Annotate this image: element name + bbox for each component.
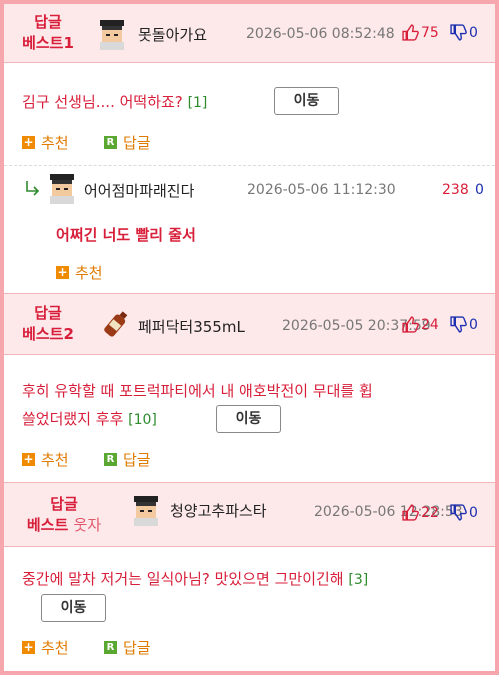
- recommend-label: 추천: [41, 639, 69, 657]
- plus-icon: +: [22, 135, 35, 149]
- downvote-button[interactable]: 0: [450, 504, 478, 521]
- upvote-button[interactable]: 75: [402, 24, 439, 41]
- upvote-button[interactable]: 22: [402, 504, 439, 521]
- upvote-count: 24: [421, 316, 439, 333]
- badge-line2: 베스트2: [22, 325, 74, 343]
- thumbs-down-icon: [450, 24, 467, 41]
- divider: [4, 354, 495, 355]
- avatar-pixel-icon: [50, 174, 74, 204]
- badge-line1: 답글: [34, 13, 62, 31]
- comment-date: 2026-05-06 08:52:48: [246, 26, 395, 42]
- recommend-button[interactable]: + 추천: [22, 132, 69, 153]
- reply-body: 어쩌긴 너도 빨리 줄서: [56, 226, 196, 244]
- best-badge: 답글 베스트2: [18, 303, 78, 345]
- thumbs-up-icon: [402, 24, 419, 41]
- reply-r-icon: R: [104, 136, 117, 149]
- move-button[interactable]: 이동: [41, 594, 106, 622]
- reply-downvote-count[interactable]: 0: [475, 182, 484, 198]
- divider: [4, 62, 495, 63]
- reply-label: 답글: [123, 451, 151, 469]
- badge-line2: 베스트1: [22, 34, 74, 52]
- comment-body-line1: 후히 유학할 때 포트럭파티에서 내 애호박전이 무대를 휩: [22, 382, 373, 400]
- comment-nickname[interactable]: 청양고추파스타: [170, 500, 267, 521]
- downvote-button[interactable]: 0: [450, 316, 478, 333]
- thumbs-up-icon: [402, 504, 419, 521]
- reply-count: [3]: [348, 572, 369, 588]
- recommend-button[interactable]: + 추천: [22, 449, 69, 470]
- comment-nickname[interactable]: 페퍼닥터355mL: [138, 316, 245, 337]
- plus-icon: +: [56, 265, 69, 279]
- badge-category: 웃자: [73, 516, 102, 534]
- downvote-count: 0: [469, 504, 478, 521]
- avatar-pixel-icon: [134, 496, 158, 526]
- thumbs-down-icon: [450, 504, 467, 521]
- comment-body: 중간에 말차 저거는 일식아님? 맛있으면 그만이긴해 [3]: [22, 568, 368, 592]
- reply-upvote-count[interactable]: 238: [442, 182, 469, 198]
- plus-icon: +: [22, 640, 35, 654]
- avatar[interactable]: [98, 20, 126, 50]
- comment-nickname[interactable]: 못돌아가요: [138, 24, 207, 45]
- upvote-button[interactable]: 24: [402, 316, 439, 333]
- badge-line1: 답글: [34, 304, 62, 322]
- upvote-count: 22: [421, 504, 439, 521]
- upvote-count: 75: [421, 24, 439, 41]
- comment-body: 김구 선생님.... 어떡하죠? [1]: [22, 91, 207, 115]
- move-button[interactable]: 이동: [216, 405, 281, 433]
- badge-line2-best: 베스트: [26, 516, 69, 534]
- recommend-label: 추천: [75, 264, 103, 282]
- reply-arrow-icon: [24, 179, 42, 201]
- reply-button[interactable]: R 답글: [104, 637, 151, 658]
- reply-r-icon: R: [104, 641, 117, 654]
- thumbs-down-icon: [450, 316, 467, 333]
- reply-count: [1]: [187, 95, 208, 111]
- reply-nickname[interactable]: 어어점마파래진다: [84, 180, 194, 201]
- divider: [4, 165, 495, 166]
- recommend-button[interactable]: + 추천: [56, 262, 103, 283]
- avatar[interactable]: [102, 309, 130, 339]
- comment-body: 쓸었더랬지 후후 [10]: [22, 408, 157, 432]
- move-button[interactable]: 이동: [274, 87, 339, 115]
- comment-date: 2026-05-06 12:28:53: [314, 504, 463, 520]
- reply-button[interactable]: R 답글: [104, 449, 151, 470]
- downvote-button[interactable]: 0: [450, 24, 478, 41]
- comment-body-line2: 쓸었더랬지 후후: [22, 410, 124, 428]
- recommend-label: 추천: [41, 134, 69, 152]
- comment-body-text: 김구 선생님.... 어떡하죠?: [22, 93, 183, 111]
- best-badge: 답글 베스트 웃자: [18, 494, 110, 536]
- badge-line1: 답글: [50, 495, 78, 513]
- downvote-count: 0: [469, 316, 478, 333]
- avatar-pixel-icon: [100, 20, 124, 50]
- avatar[interactable]: [48, 174, 76, 204]
- bottle-icon: [104, 311, 128, 337]
- reply-label: 답글: [123, 639, 151, 657]
- comment-body-text: 중간에 말차 저거는 일식아님? 맛있으면 그만이긴해: [22, 570, 344, 588]
- recommend-button[interactable]: + 추천: [22, 637, 69, 658]
- reply-label: 답글: [123, 134, 151, 152]
- badge-line2: 베스트 웃자: [18, 515, 110, 536]
- avatar[interactable]: [132, 496, 160, 526]
- reply-count: [10]: [128, 412, 157, 428]
- best-badge: 답글 베스트1: [18, 12, 78, 54]
- divider: [4, 546, 495, 547]
- recommend-label: 추천: [41, 451, 69, 469]
- thumbs-up-icon: [402, 316, 419, 333]
- reply-button[interactable]: R 답글: [104, 132, 151, 153]
- plus-icon: +: [22, 452, 35, 466]
- reply-r-icon: R: [104, 453, 117, 466]
- reply-date: 2026-05-06 11:12:30: [247, 182, 396, 198]
- downvote-count: 0: [469, 24, 478, 41]
